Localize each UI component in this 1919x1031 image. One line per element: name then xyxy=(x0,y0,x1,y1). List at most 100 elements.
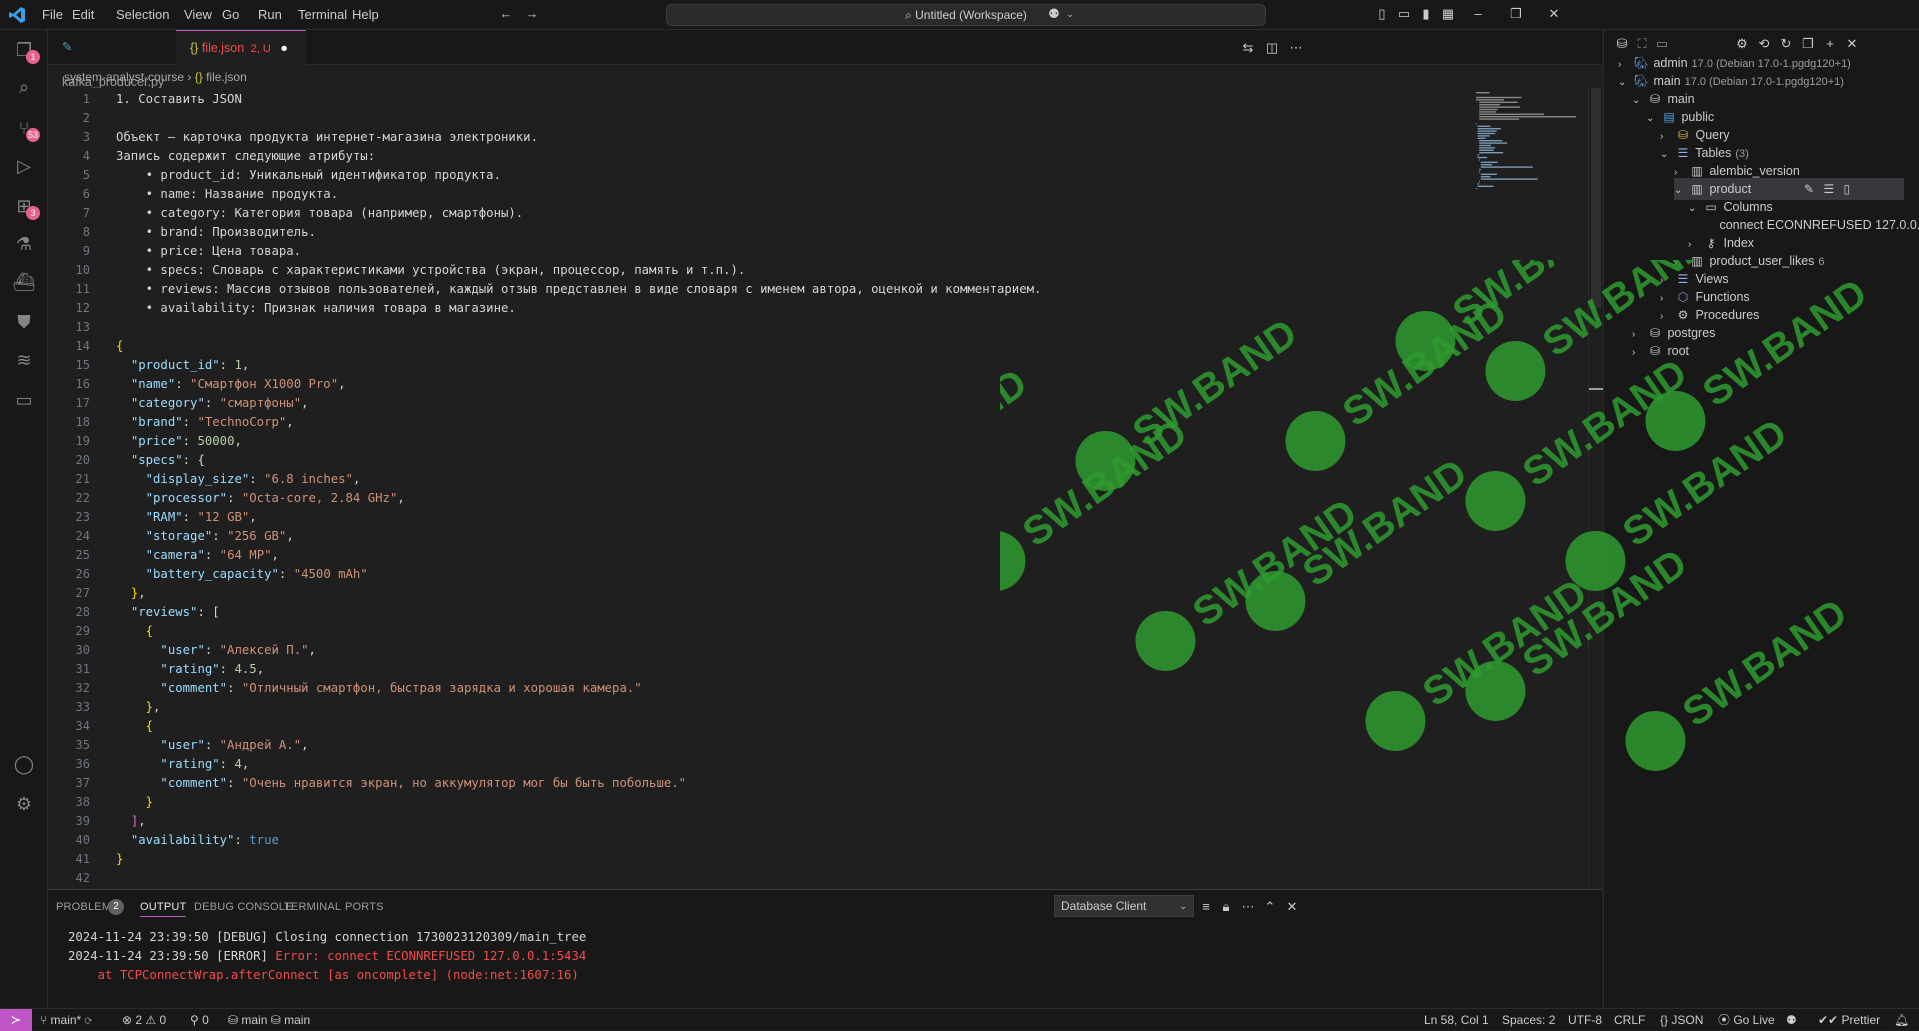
ports-status[interactable]: ⚲ 0 xyxy=(190,1009,209,1031)
go-live[interactable]: ⦿ Go Live xyxy=(1718,1009,1775,1031)
code-content[interactable]: 1. Составить JSON Объект — карточка проду… xyxy=(116,90,1041,888)
command-center[interactable]: ⌕ Untitled (Workspace) xyxy=(666,4,1266,26)
code-line[interactable]: "camera": "64 MP", xyxy=(116,546,1041,565)
chevron-down-icon[interactable]: ⌄ xyxy=(1618,72,1632,94)
customize-layout-icon[interactable]: ▦ xyxy=(1440,6,1456,22)
history-icon[interactable]: ⟲ xyxy=(1756,36,1772,52)
menu-view[interactable]: View xyxy=(184,7,212,22)
back-arrow-icon[interactable]: ← xyxy=(498,6,514,22)
breadcrumb-file[interactable]: file.json xyxy=(206,70,247,84)
db-status[interactable]: ⛁ main ⛁ main xyxy=(228,1009,310,1031)
code-line[interactable]: "reviews": [ xyxy=(116,603,1041,622)
account-icon[interactable]: ◯ xyxy=(12,752,36,776)
menu-help[interactable]: Help xyxy=(352,7,379,22)
code-line[interactable]: "price": 50000, xyxy=(116,432,1041,451)
close-panel-icon[interactable]: ✕ xyxy=(1284,899,1300,915)
code-line[interactable]: • product_id: Уникальный идентификатор п… xyxy=(116,166,1041,185)
prettier[interactable]: ✔✔ Prettier xyxy=(1818,1009,1880,1031)
cursor-position[interactable]: Ln 58, Col 1 xyxy=(1424,1009,1489,1031)
explorer-icon[interactable]: ❐ 1 xyxy=(12,38,40,64)
code-line[interactable]: "RAM": "12 GB", xyxy=(116,508,1041,527)
code-line[interactable]: ], xyxy=(116,812,1041,831)
code-line[interactable]: } xyxy=(116,850,1041,869)
split-editor-icon[interactable]: ◫ xyxy=(1264,40,1280,56)
ssh-icon[interactable]: ▭ xyxy=(1654,36,1670,52)
settings-gear-icon[interactable]: ⚙ xyxy=(12,792,36,816)
remote-explorer-icon[interactable]: ⛊ xyxy=(12,310,36,334)
toggle-secondary-sidebar-icon[interactable]: ▮ xyxy=(1418,6,1434,22)
maximize-panel-icon[interactable]: ⌃ xyxy=(1262,899,1278,915)
code-line[interactable]: "storage": "256 GB", xyxy=(116,527,1041,546)
menu-run[interactable]: Run xyxy=(258,7,282,22)
code-line[interactable]: "comment": "Отличный смартфон, быстрая з… xyxy=(116,679,1041,698)
minimap[interactable] xyxy=(1476,88,1586,248)
copilot-status-icon[interactable]: ⚉ xyxy=(1786,1009,1797,1031)
clear-output-icon[interactable]: ≡ xyxy=(1198,899,1214,915)
code-line[interactable]: "product_id": 1, xyxy=(116,356,1041,375)
code-line[interactable]: "brand": "TechnoCorp", xyxy=(116,413,1041,432)
output-line[interactable]: 2024-11-24 23:39:50 [DEBUG] Closing conn… xyxy=(68,928,586,947)
code-line[interactable]: { xyxy=(116,717,1041,736)
refresh-icon[interactable]: ↻ xyxy=(1778,36,1794,52)
output-channel-select[interactable]: Database Client ⌄ xyxy=(1054,895,1194,917)
extensions-icon[interactable]: ⊞ 3 xyxy=(12,194,40,220)
menu-selection[interactable]: Selection xyxy=(116,7,169,22)
code-line[interactable]: • price: Цена товара. xyxy=(116,242,1041,261)
code-line[interactable]: Объект — карточка продукта интернет-мага… xyxy=(116,128,1041,147)
code-line[interactable]: • brand: Производитель. xyxy=(116,223,1041,242)
modified-dot-icon[interactable]: ● xyxy=(280,41,288,55)
menu-go[interactable]: Go xyxy=(222,7,239,22)
code-line[interactable]: }, xyxy=(116,584,1041,603)
code-line[interactable]: "processor": "Octa-core, 2.84 GHz", xyxy=(116,489,1041,508)
close-icon[interactable]: ✕ xyxy=(1546,6,1562,22)
restore-icon[interactable]: ❐ xyxy=(1508,6,1524,22)
panel-tab-output[interactable]: OUTPUT xyxy=(140,901,187,917)
breadcrumb-folder[interactable]: system-analyst-course xyxy=(64,70,184,84)
chevron-down-icon[interactable]: ⌄ xyxy=(1646,108,1660,130)
language-mode[interactable]: {} JSON xyxy=(1660,1009,1703,1031)
tree-item[interactable]: › ⛁ root xyxy=(1632,340,1689,362)
line-ending[interactable]: CRLF xyxy=(1614,1009,1645,1031)
notifications-bell-icon[interactable]: 🔔︎ xyxy=(1894,1009,1909,1031)
list-icon[interactable]: ☰ xyxy=(1823,182,1834,196)
code-line[interactable]: "category": "смартфоны", xyxy=(116,394,1041,413)
code-line[interactable]: "user": "Андрей А.", xyxy=(116,736,1041,755)
encoding[interactable]: UTF-8 xyxy=(1568,1009,1602,1031)
collapse-all-icon[interactable]: ❐ xyxy=(1800,36,1816,52)
minimize-icon[interactable]: – xyxy=(1470,6,1486,22)
code-line[interactable]: } xyxy=(116,793,1041,812)
code-line[interactable]: "specs": { xyxy=(116,451,1041,470)
edit-icon[interactable]: ✎ xyxy=(1804,182,1814,196)
docker-icon[interactable]: ⛴ xyxy=(12,270,36,294)
menu-file[interactable]: File xyxy=(42,7,63,22)
search-icon[interactable]: ⌕ xyxy=(12,75,36,99)
chevron-down-icon[interactable]: ⌄ xyxy=(1632,90,1646,112)
code-line[interactable]: "user": "Алексей П.", xyxy=(116,641,1041,660)
chevron-down-icon[interactable]: ⌄ xyxy=(1660,144,1674,166)
new-file-icon[interactable]: ▯ xyxy=(1844,182,1851,196)
code-line[interactable]: "rating": 4.5, xyxy=(116,660,1041,679)
code-line[interactable]: { xyxy=(116,337,1041,356)
more-actions-icon[interactable]: ⋯ xyxy=(1288,40,1304,56)
menu-edit[interactable]: Edit xyxy=(72,7,94,22)
chevron-down-icon[interactable]: ⌄ xyxy=(1674,180,1688,202)
code-line[interactable]: "comment": "Очень нравится экран, но акк… xyxy=(116,774,1041,793)
problems-status[interactable]: ⊗ 2 ⚠ 0 xyxy=(122,1009,166,1031)
remote-indicator[interactable]: ≻ xyxy=(0,1009,32,1031)
run-debug-icon[interactable]: ▷ xyxy=(12,154,36,178)
output-log[interactable]: 2024-11-24 23:39:50 [DEBUG] Closing conn… xyxy=(68,928,586,985)
source-control-icon[interactable]: ⑂ 53 xyxy=(12,116,40,142)
code-line[interactable]: • availability: Признак наличия товара в… xyxy=(116,299,1041,318)
code-line[interactable]: "battery_capacity": "4500 mAh" xyxy=(116,565,1041,584)
database-icon[interactable]: ⛁ xyxy=(1614,36,1630,52)
code-line[interactable]: }, xyxy=(116,698,1041,717)
menu-terminal[interactable]: Terminal xyxy=(298,7,347,22)
more-actions-icon[interactable]: ⋯ xyxy=(1240,899,1256,915)
code-line[interactable]: • reviews: Массив отзывов пользователей,… xyxy=(116,280,1042,299)
toggle-panel-icon[interactable]: ▭ xyxy=(1396,6,1412,22)
panel-tab-terminal[interactable]: TERMINAL xyxy=(284,901,341,913)
code-line[interactable]: "display_size": "6.8 inches", xyxy=(116,470,1041,489)
forward-arrow-icon[interactable]: → xyxy=(524,6,540,22)
code-line[interactable]: "availability": true xyxy=(116,831,1041,850)
panel-tab-debug-console[interactable]: DEBUG CONSOLE xyxy=(194,901,293,913)
